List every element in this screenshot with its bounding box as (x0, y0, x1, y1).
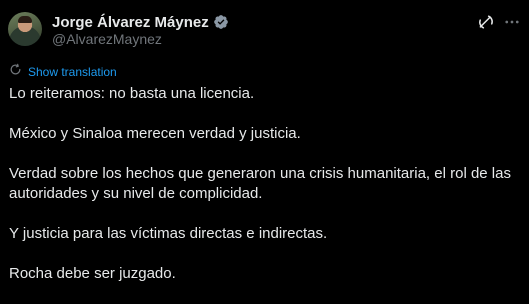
show-translation-label: Show translation (28, 65, 117, 79)
author-display-name[interactable]: Jorge Álvarez Máynez (52, 14, 209, 31)
verified-badge-icon (213, 14, 229, 30)
avatar-hair (18, 16, 32, 23)
author-name-row: Jorge Álvarez Máynez (52, 12, 229, 32)
avatar[interactable] (8, 12, 42, 46)
show-translation-button[interactable]: Show translation (9, 63, 117, 81)
tweet-paragraph: Lo reiteramos: no basta una licencia. (9, 85, 255, 102)
tweet-paragraph: Y justicia para las víctimas directas e … (9, 225, 328, 242)
tweet-paragraph: Rocha debe ser juzgado. (9, 265, 176, 282)
tweet-card: Jorge Álvarez Máynez @AlvarezMaynez Show… (0, 0, 529, 303)
author-handle[interactable]: @AlvarezMaynez (52, 31, 162, 47)
more-dots-icon[interactable] (502, 11, 522, 33)
grok-icon[interactable] (475, 11, 497, 33)
translate-icon (9, 63, 22, 81)
tweet-paragraph: Verdad sobre los hechos que generaron un… (9, 165, 511, 202)
tweet-text: Lo reiteramos: no basta una licencia. Mé… (9, 84, 521, 304)
tweet-paragraph: México y Sinaloa merecen verdad y justic… (9, 125, 301, 142)
